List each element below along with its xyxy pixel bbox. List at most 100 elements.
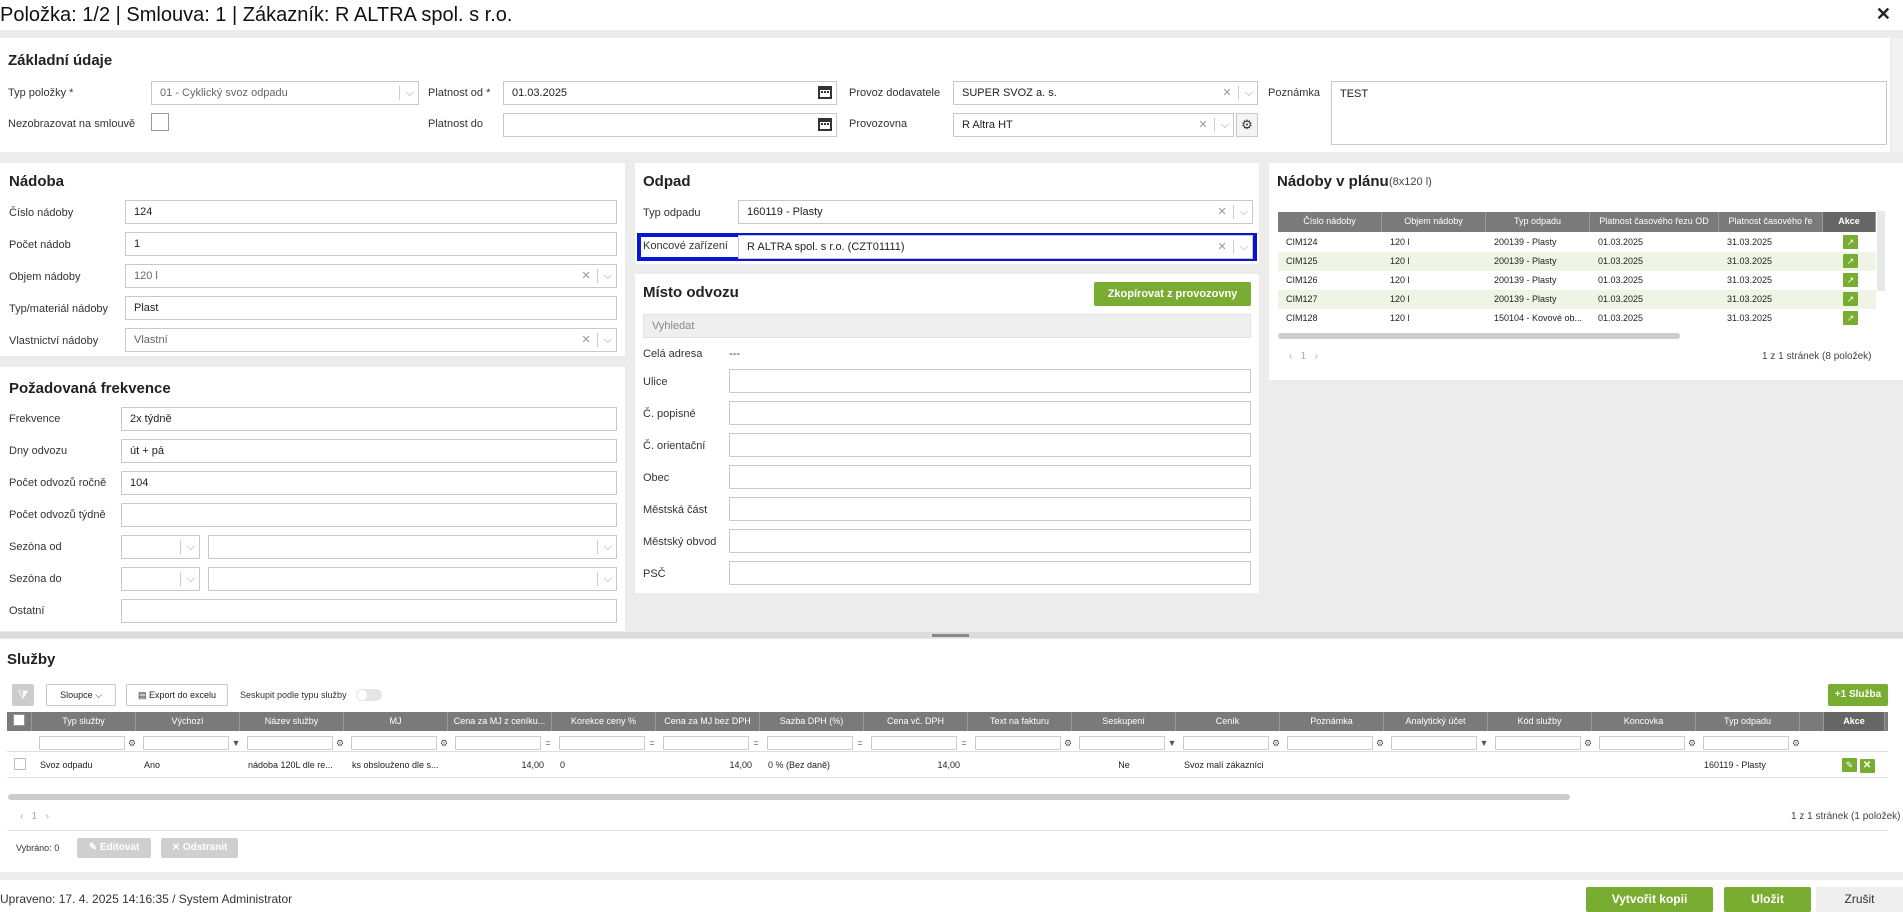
row-checkbox[interactable] — [14, 758, 26, 770]
filter-poznamka[interactable]: ⚙ — [1287, 735, 1387, 751]
chevron-down-icon[interactable]: ⌵ — [604, 265, 612, 287]
chevron-down-icon[interactable]: ⌵ — [187, 568, 195, 590]
table-row[interactable]: CIM124 120 l 200139 - Plasty 01.03.2025 31.0… — [1278, 233, 1876, 252]
select-all-checkbox[interactable] — [13, 714, 25, 726]
nezobrazovat-checkbox[interactable] — [151, 113, 169, 131]
provoz-select[interactable]: SUPER SVOZ a. s. ✕ ⌵ — [953, 81, 1258, 105]
filter-typ-odpadu[interactable]: ⚙ — [1703, 735, 1803, 751]
pocet-tydne-input[interactable] — [121, 503, 617, 527]
col-text-faktura[interactable]: Text na fakturu — [968, 712, 1072, 731]
ostatni-input[interactable] — [121, 599, 617, 623]
typ-polozky-select[interactable]: 01 - Cyklický svoz odpadu ⌵ — [151, 81, 419, 105]
filter-seskupeni[interactable]: ▼ — [1079, 735, 1179, 751]
chevron-down-icon[interactable]: ⌵ — [187, 536, 195, 558]
filter-cena-dph[interactable]: = — [871, 735, 971, 751]
calendar-icon[interactable] — [818, 86, 832, 99]
edit-button[interactable]: ✎ Editovat — [77, 838, 151, 858]
filter-koncovka[interactable]: ⚙ — [1599, 735, 1699, 751]
table-row[interactable]: CIM126 120 l 200139 - Plasty 01.03.2025 31.0… — [1278, 271, 1876, 290]
mestsky-obvod-input[interactable] — [729, 529, 1251, 553]
filter-icon[interactable]: ⚙ — [437, 738, 451, 749]
plan-col-od[interactable]: Platnost časového řezu OD — [1590, 212, 1719, 232]
platnost-do-input[interactable] — [503, 113, 837, 137]
table-row[interactable]: CIM127 120 l 200139 - Plasty 01.03.2025 31.0… — [1278, 290, 1876, 309]
vlastnictvi-select[interactable]: Vlastní ✕ ⌵ — [125, 328, 617, 352]
funnel-icon[interactable]: ▼ — [1165, 738, 1179, 748]
edit-icon[interactable]: ↗ — [1843, 254, 1858, 268]
clear-icon[interactable]: ✕ — [1198, 114, 1207, 136]
copy-from-provozovna-button[interactable]: Zkopírovat z provozovny — [1094, 282, 1251, 306]
koncove-select[interactable]: R ALTRA spol. s r.o. (CZT01111) ✕ ⌵ — [738, 235, 1253, 259]
chevron-down-icon[interactable]: ⌵ — [604, 536, 612, 558]
col-cena-bez-dph[interactable]: Cena za MJ bez DPH — [656, 712, 760, 731]
table-row[interactable]: CIM128 120 l 150104 - Kovové ob... 01.03.20… — [1278, 309, 1876, 328]
platnost-od-input[interactable]: 01.03.2025 — [503, 81, 837, 105]
filter-nazev[interactable]: ⚙ — [247, 735, 347, 751]
plan-pager[interactable]: ‹ 1 › — [1289, 351, 1318, 362]
chevron-down-icon[interactable]: ⌵ — [1240, 236, 1248, 258]
calendar-icon[interactable] — [818, 118, 832, 131]
ulozit-button[interactable]: Uložit — [1724, 887, 1811, 912]
address-search-input[interactable]: Vyhledat — [643, 314, 1251, 338]
gear-icon[interactable]: ⚙ — [1236, 113, 1258, 137]
horizontal-scrollbar[interactable] — [1278, 333, 1680, 339]
col-cena-dph[interactable]: Cena vč. DPH — [864, 712, 968, 731]
typ-odpadu-select[interactable]: 160119 - Plasty ✕ ⌵ — [738, 200, 1253, 224]
obec-input[interactable] — [729, 465, 1251, 489]
plan-col-objem[interactable]: Objem nádoby — [1382, 212, 1486, 232]
filter-icon[interactable]: ⚙ — [333, 738, 347, 749]
sezona-od-month-select[interactable]: ⌵ — [208, 535, 617, 559]
plan-col-cislo[interactable]: Číslo nádoby — [1278, 212, 1382, 232]
filter-icon[interactable]: ⚙ — [125, 738, 139, 749]
chevron-down-icon[interactable]: ⌵ — [1245, 82, 1253, 104]
equals-icon[interactable]: = — [749, 738, 763, 748]
filter-vychozi[interactable]: ▼ — [143, 735, 243, 751]
scrollbar[interactable] — [1877, 211, 1885, 291]
table-row[interactable]: CIM125 120 l 200139 - Plasty 01.03.2025 31.0… — [1278, 252, 1876, 271]
table-row[interactable]: Svoz odpadu Ano nádoba 120L dle re... ks… — [7, 755, 1888, 776]
sluzby-pager[interactable]: ‹ 1 › — [20, 811, 49, 822]
sezona-do-day-select[interactable]: ⌵ — [121, 567, 200, 591]
clear-icon[interactable]: ✕ — [1222, 82, 1231, 104]
dny-odvozu-input[interactable]: út + pá — [121, 439, 617, 463]
horizontal-scrollbar[interactable] — [8, 794, 1570, 800]
cislo-popisne-input[interactable] — [729, 401, 1251, 425]
clear-icon[interactable]: ✕ — [581, 265, 590, 287]
col-nazev[interactable]: Název služby — [240, 712, 344, 731]
filter-kod[interactable]: ⚙ — [1495, 735, 1595, 751]
filter-cena-cenik[interactable]: = — [455, 735, 555, 751]
cislo-orientacni-input[interactable] — [729, 433, 1251, 457]
add-sluzba-button[interactable]: +1 Služba — [1828, 684, 1888, 706]
funnel-icon[interactable]: ▼ — [229, 738, 243, 748]
filter-mj[interactable]: ⚙ — [351, 735, 451, 751]
chevron-down-icon[interactable]: ⌵ — [1240, 201, 1248, 223]
filter-cena-bez-dph[interactable]: = — [663, 735, 763, 751]
chevron-down-icon[interactable]: ⌵ — [406, 82, 414, 104]
seskupit-toggle[interactable] — [356, 689, 382, 701]
sezona-do-month-select[interactable]: ⌵ — [208, 567, 617, 591]
psc-input[interactable] — [729, 561, 1251, 585]
col-sazba-dph[interactable]: Sazba DPH (%) — [760, 712, 864, 731]
filter-korekce[interactable]: = — [559, 735, 659, 751]
col-cenik[interactable]: Ceník — [1176, 712, 1280, 731]
clear-filter-icon[interactable]: ⧩ — [12, 684, 34, 706]
chevron-down-icon[interactable]: ⌵ — [604, 568, 612, 590]
filter-sazba[interactable]: = — [767, 735, 867, 751]
delete-icon[interactable]: ✕ — [1859, 759, 1875, 773]
provozovna-select[interactable]: R Altra HT ✕ ⌵ — [953, 113, 1234, 137]
col-typ-odpadu[interactable]: Typ odpadu — [1696, 712, 1800, 731]
col-cena-cenik[interactable]: Cena za MJ z ceníku... — [448, 712, 552, 731]
filter-icon[interactable]: ⚙ — [1789, 738, 1803, 749]
filter-typ-sluzby[interactable]: ⚙ — [39, 735, 139, 751]
vytvorit-kopii-button[interactable]: Vytvořit kopii — [1586, 887, 1713, 912]
funnel-icon[interactable]: ▼ — [1477, 738, 1491, 748]
filter-icon[interactable]: ⚙ — [1685, 738, 1699, 749]
equals-icon[interactable]: = — [541, 738, 555, 748]
col-analyticky[interactable]: Analytický účet — [1384, 712, 1488, 731]
pocet-nadob-input[interactable]: 1 — [125, 232, 617, 256]
export-excel-button[interactable]: ▤ Export do excelu — [126, 684, 228, 706]
poznamka-textarea[interactable]: TEST — [1331, 81, 1887, 145]
col-poznamka[interactable]: Poznámka — [1280, 712, 1384, 731]
col-korekce[interactable]: Korekce ceny % — [552, 712, 656, 731]
pencil-icon[interactable]: ✎ — [1842, 758, 1857, 772]
